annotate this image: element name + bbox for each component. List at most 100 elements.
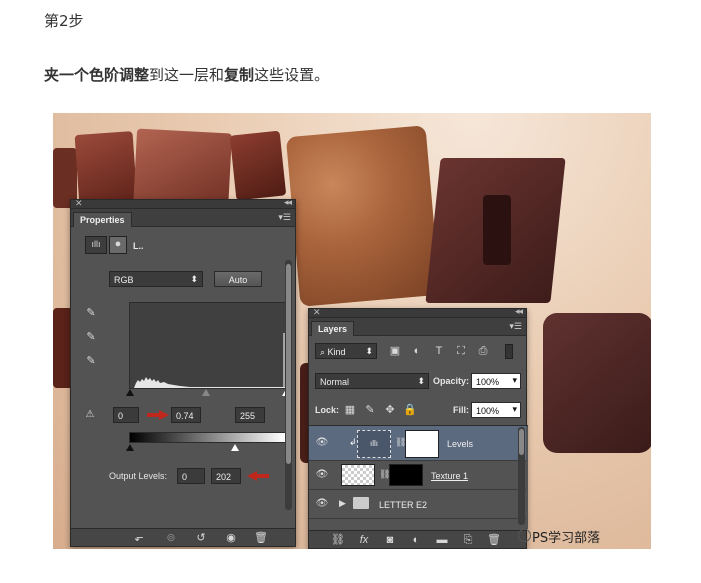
new-group-icon[interactable]: ▬ <box>433 533 451 547</box>
red-arrow-icon <box>147 410 169 420</box>
layer-row-letter-e2[interactable]: 👁 ▶ LETTER E2 <box>309 490 526 519</box>
output-black-slider[interactable] <box>126 444 134 451</box>
eye-icon[interactable]: 👁 <box>315 469 329 481</box>
opacity-field[interactable]: 100% ▾ <box>471 373 521 389</box>
opacity-label: Opacity: <box>433 376 470 386</box>
desc-text-2: 到这一层和 <box>149 66 225 84</box>
close-icon[interactable]: ✕ <box>313 307 321 318</box>
input-black-field[interactable]: 0 <box>113 407 139 423</box>
input-white-field[interactable]: 255 <box>235 407 265 423</box>
view-previous-state-icon[interactable]: ⊚ <box>161 531 181 545</box>
select-arrows-icon: ⬍ <box>365 346 373 356</box>
filter-type-icon[interactable]: T <box>431 344 447 358</box>
panel-tabbar: Properties ▾☰ <box>71 209 295 227</box>
input-gamma-field[interactable]: 0.74 <box>171 407 201 423</box>
properties-scrollbar[interactable] <box>285 260 292 510</box>
panel-menu-icon[interactable]: ▾☰ <box>278 212 291 223</box>
layers-bottom-toolbar: ⛓ fx ◙ ◐ ▬ ⎘ 🗑 <box>309 530 526 548</box>
letter-t-stem <box>483 195 511 265</box>
fx-icon[interactable]: fx <box>355 533 373 547</box>
layer-name[interactable]: Levels <box>447 439 473 449</box>
step-description: 夹一个色阶调整到这一层和复制这些设置。 <box>44 64 329 85</box>
output-white-field[interactable]: 202 <box>211 468 241 484</box>
desc-bold-3: 复制 <box>224 66 255 84</box>
fill-label: Fill: <box>453 405 469 415</box>
mask-thumbnail <box>405 430 439 458</box>
filter-shape-icon[interactable]: ⛶ <box>453 344 469 358</box>
folder-icon <box>353 497 369 509</box>
layer-name[interactable]: LETTER E2 <box>379 500 427 510</box>
lock-transparent-icon[interactable]: ▦ <box>343 403 357 417</box>
texture-thumbnail <box>341 464 375 486</box>
expand-arrow-icon[interactable]: ▶ <box>339 498 346 509</box>
layer-name[interactable]: Texture 1 <box>431 471 468 481</box>
close-icon[interactable]: ✕ <box>75 198 83 209</box>
new-layer-icon[interactable]: ⎘ <box>459 533 477 547</box>
lock-image-icon[interactable]: ✎ <box>363 403 377 417</box>
scrollbar-thumb[interactable] <box>286 264 291 464</box>
link-layers-icon[interactable]: ⛓ <box>329 533 347 547</box>
filter-toggle[interactable] <box>505 344 513 359</box>
properties-panel: ✕ ◂◂ Properties ▾☰ ıllı ● L.. RGB ⬍ Auto… <box>70 197 296 547</box>
delete-layer-icon[interactable]: 🗑 <box>485 533 503 547</box>
layers-panel: ✕ ◂◂ Layers ▾☰ ⌕ Kind ⬍ ▣ ◐ T ⛶ ⎙ Normal… <box>308 306 528 549</box>
visibility-icon[interactable]: ◉ <box>221 531 241 545</box>
trash-icon[interactable]: 🗑 <box>251 531 271 545</box>
lock-all-icon[interactable]: 🔒 <box>403 403 417 417</box>
tab-properties[interactable]: Properties <box>73 212 132 227</box>
eye-icon[interactable]: 👁 <box>315 498 329 510</box>
layer-row-texture[interactable]: 👁 ⛓ Texture 1 <box>309 461 526 490</box>
collapse-icon[interactable]: ◂◂ <box>284 197 292 208</box>
blend-mode-select[interactable]: Normal ⬍ <box>315 373 429 389</box>
white-eyedropper-icon[interactable]: ✎ <box>83 354 99 370</box>
lock-position-icon[interactable]: ✥ <box>383 403 397 417</box>
select-arrows-icon: ⬍ <box>417 376 425 386</box>
texture-mask-thumbnail <box>389 464 423 486</box>
chocolate-letter <box>229 130 287 201</box>
photoshop-screenshot: ✕ ◂◂ Properties ▾☰ ıllı ● L.. RGB ⬍ Auto… <box>53 113 651 549</box>
histogram-graph <box>134 333 285 388</box>
output-white-slider[interactable] <box>231 444 239 451</box>
black-eyedropper-icon[interactable]: ✎ <box>83 306 99 322</box>
clipping-warning-icon[interactable]: ⚠ <box>79 408 101 422</box>
gray-eyedropper-icon[interactable]: ✎ <box>83 330 99 346</box>
select-arrows-icon: ⬍ <box>190 274 198 284</box>
scrollbar-thumb[interactable] <box>519 429 524 455</box>
layers-list: 👁 ↲ ıllı ⛓ Levels 👁 ⛓ Texture 1 👁 ▶ LETT… <box>309 425 528 529</box>
filter-smartobject-icon[interactable]: ⎙ <box>475 344 491 358</box>
desc-bold-1: 夹一个 <box>44 66 90 84</box>
eye-icon[interactable]: 👁 <box>315 437 329 449</box>
output-levels-label: Output Levels: <box>109 471 168 481</box>
cookie-letter <box>285 125 441 307</box>
fill-value: 100% <box>476 406 500 416</box>
new-adjustment-icon[interactable]: ◐ <box>407 533 425 547</box>
tab-layers[interactable]: Layers <box>311 321 355 336</box>
clip-arrow-icon: ↲ <box>349 437 357 447</box>
reset-icon[interactable]: ↺ <box>191 531 211 545</box>
panel-menu-icon[interactable]: ▾☰ <box>509 321 522 332</box>
output-black-field[interactable]: 0 <box>177 468 205 484</box>
filter-adjustment-icon[interactable]: ◐ <box>409 344 425 358</box>
channel-select[interactable]: RGB ⬍ <box>109 271 203 287</box>
adjustment-name: L.. <box>133 241 144 251</box>
input-gray-slider[interactable] <box>202 389 210 396</box>
clip-to-layer-icon[interactable]: ⬐ <box>129 531 149 545</box>
levels-thumbnail: ıllı <box>357 430 391 458</box>
filter-pixel-icon[interactable]: ▣ <box>387 344 403 358</box>
step-title: 第2步 <box>44 12 84 30</box>
layer-row-levels[interactable]: 👁 ↲ ıllı ⛓ Levels <box>309 426 526 461</box>
wechat-icon <box>518 529 531 542</box>
mask-icon[interactable]: ● <box>109 236 127 254</box>
dropdown-arrow-icon: ▾ <box>512 375 517 385</box>
collapse-icon[interactable]: ◂◂ <box>515 306 523 317</box>
histogram <box>129 302 286 389</box>
lock-label: Lock: <box>315 405 340 415</box>
fill-field[interactable]: 100% ▾ <box>471 402 521 418</box>
dropdown-arrow-icon: ▾ <box>512 404 517 414</box>
layer-filter-select[interactable]: ⌕ Kind ⬍ <box>315 343 377 359</box>
blend-mode-value: Normal <box>320 377 350 387</box>
input-black-slider[interactable] <box>126 389 134 396</box>
auto-button[interactable]: Auto <box>214 271 262 287</box>
layers-scrollbar[interactable] <box>518 427 525 525</box>
add-mask-icon[interactable]: ◙ <box>381 533 399 547</box>
